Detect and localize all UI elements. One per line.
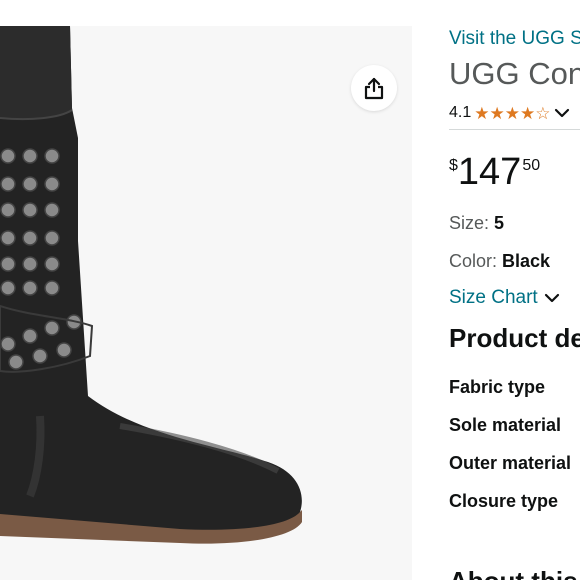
size-chart-label: Size Chart xyxy=(449,287,538,308)
star-rating: ★ ★ ★ ★ ☆ xyxy=(474,105,550,122)
price-symbol: $ xyxy=(449,157,458,174)
product-details-panel: Visit the UGG Store UGG Conor 4.1 ★ ★ ★ … xyxy=(449,0,580,580)
share-button[interactable] xyxy=(351,65,397,111)
star-icon: ★ xyxy=(489,103,505,123)
color-label: Color: xyxy=(449,251,503,271)
star-icon: ★ xyxy=(520,103,536,123)
product-image-panel[interactable] xyxy=(0,26,412,580)
rating-value: 4.1 xyxy=(449,104,472,121)
chevron-down-icon[interactable] xyxy=(554,107,570,119)
size-selection: Size: 5 xyxy=(449,213,504,234)
product-details-heading: Product details xyxy=(449,323,580,353)
about-heading: About this item xyxy=(449,566,580,580)
chevron-down-icon xyxy=(544,293,559,303)
product-image-boot xyxy=(0,26,302,544)
price-fraction: 50 xyxy=(522,157,541,174)
spec-label-sole-material: Sole material xyxy=(449,415,562,435)
price-whole: 147 xyxy=(457,151,522,193)
star-empty-icon: ☆ xyxy=(535,103,551,123)
store-link[interactable]: Visit the UGG Store xyxy=(449,28,580,50)
star-icon: ★ xyxy=(504,103,520,123)
star-icon: ★ xyxy=(474,103,490,123)
color-selection: Color: Black xyxy=(449,251,550,272)
size-value: 5 xyxy=(494,213,505,233)
size-chart-link[interactable]: Size Chart xyxy=(449,287,560,309)
rating-row[interactable]: 4.1 ★ ★ ★ ★ ☆ xyxy=(449,102,570,124)
spec-label-closure-type: Closure type xyxy=(449,491,559,511)
share-icon xyxy=(364,77,384,100)
size-label: Size: xyxy=(449,213,495,233)
price: $ 147 50 xyxy=(449,150,540,194)
spec-label-fabric-type: Fabric type xyxy=(449,377,546,397)
product-title: UGG Conor xyxy=(449,56,580,91)
color-value: Black xyxy=(502,251,551,271)
spec-label-outer-material: Outer material xyxy=(449,453,572,473)
